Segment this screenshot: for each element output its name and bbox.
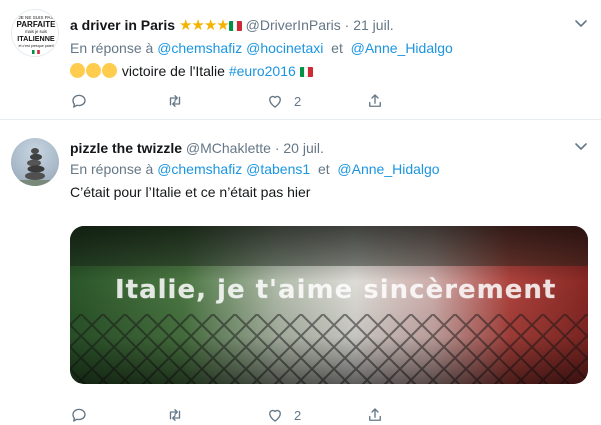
tweet-actions: 2	[70, 91, 400, 111]
italy-flag-icon	[228, 21, 242, 31]
tweet-date[interactable]: 21 juil.	[353, 17, 393, 33]
avatar[interactable]	[11, 138, 59, 186]
like-button[interactable]: 2	[266, 91, 301, 111]
retweet-button[interactable]	[166, 91, 194, 111]
italy-flag-scene-image: Italie, je t'aime sincèrement	[70, 226, 588, 384]
tweet-header: pizzle the twizzle @MChaklette · 20 juil…	[70, 138, 324, 158]
svg-text:et c'est presque pareil: et c'est presque pareil	[18, 44, 53, 48]
stacked-stones-image	[11, 148, 59, 186]
reply-icon	[72, 408, 86, 422]
reply-conjunction: et	[331, 40, 343, 56]
reply-context: En réponse à @chemshafiz @tabens1 et @An…	[70, 159, 440, 179]
like-button[interactable]: 2	[266, 405, 301, 425]
reply-conjunction: et	[317, 161, 330, 177]
reply-context: En réponse à @chemshafiz @hocinetaxi et …	[70, 38, 453, 58]
share-button[interactable]	[366, 405, 384, 425]
tweet-body-text: victoire de l'Italie	[121, 63, 225, 79]
tweet[interactable]: JE NE SUIS PAS PARFAITE mais je suis ITA…	[0, 0, 601, 120]
separator-dot: ·	[344, 17, 350, 33]
rofl-emoji-icon	[70, 63, 85, 78]
reply-button[interactable]	[70, 91, 98, 111]
retweet-icon	[169, 95, 181, 107]
heart-icon	[269, 409, 281, 422]
mention-link[interactable]: @chemshafiz	[157, 40, 242, 56]
user-handle[interactable]: @DriverInParis	[246, 17, 341, 33]
retweet-button[interactable]	[166, 405, 194, 425]
hashtag-link[interactable]: #euro2016	[229, 63, 296, 79]
svg-text:PARFAITE: PARFAITE	[17, 20, 57, 29]
share-icon	[369, 408, 381, 421]
like-count: 2	[294, 407, 302, 423]
rofl-emoji-icon	[102, 63, 117, 78]
reply-prefix: En réponse à	[70, 40, 154, 56]
tweet-body-text: C’était pour l’Italie et ce n’était pas …	[70, 184, 311, 200]
italy-flag-icon	[299, 67, 313, 77]
media-caption-text: Italie, je t'aime sincèrement	[115, 275, 556, 305]
avatar[interactable]: JE NE SUIS PAS PARFAITE mais je suis ITA…	[11, 9, 59, 57]
tweet-text: victoire de l'Italie #euro2016	[70, 61, 313, 81]
reply-button[interactable]	[70, 405, 98, 425]
share-button[interactable]	[366, 91, 384, 111]
display-name[interactable]: a driver in Paris	[70, 17, 175, 33]
star-rating-emoji: ★★★★	[178, 17, 230, 34]
mention-link[interactable]: @tabens1	[246, 161, 310, 177]
mention-link[interactable]: @Anne_Hidalgo	[337, 161, 439, 177]
tweet-date[interactable]: 20 juil.	[283, 140, 323, 156]
chevron-down-icon[interactable]	[573, 15, 589, 33]
mention-link[interactable]: @Anne_Hidalgo	[351, 40, 453, 56]
like-count: 2	[294, 93, 302, 109]
tweet[interactable]: pizzle the twizzle @MChaklette · 20 juil…	[0, 121, 601, 425]
tweet-actions: 2	[70, 405, 400, 425]
tweet-header: a driver in Paris ★★★★ @DriverInParis · …	[70, 15, 394, 35]
avatar-text-graphic: JE NE SUIS PAS PARFAITE mais je suis ITA…	[17, 15, 57, 55]
chevron-down-icon[interactable]	[573, 138, 589, 156]
mention-link[interactable]: @chemshafiz	[157, 161, 242, 177]
media-image[interactable]: Italie, je t'aime sincèrement	[70, 226, 588, 384]
svg-text:ITALIENNE: ITALIENNE	[17, 34, 55, 43]
share-icon	[369, 94, 381, 107]
retweet-icon	[169, 409, 181, 421]
display-name[interactable]: pizzle the twizzle	[70, 140, 182, 156]
heart-icon	[269, 95, 281, 108]
reply-prefix: En réponse à	[70, 161, 154, 177]
reply-icon	[72, 94, 86, 108]
separator-dot: ·	[274, 140, 280, 156]
tweet-text: C’était pour l’Italie et ce n’était pas …	[70, 182, 310, 202]
mention-link[interactable]: @hocinetaxi	[246, 40, 323, 56]
rofl-emoji-icon	[86, 63, 101, 78]
user-handle[interactable]: @MChaklette	[186, 140, 271, 156]
